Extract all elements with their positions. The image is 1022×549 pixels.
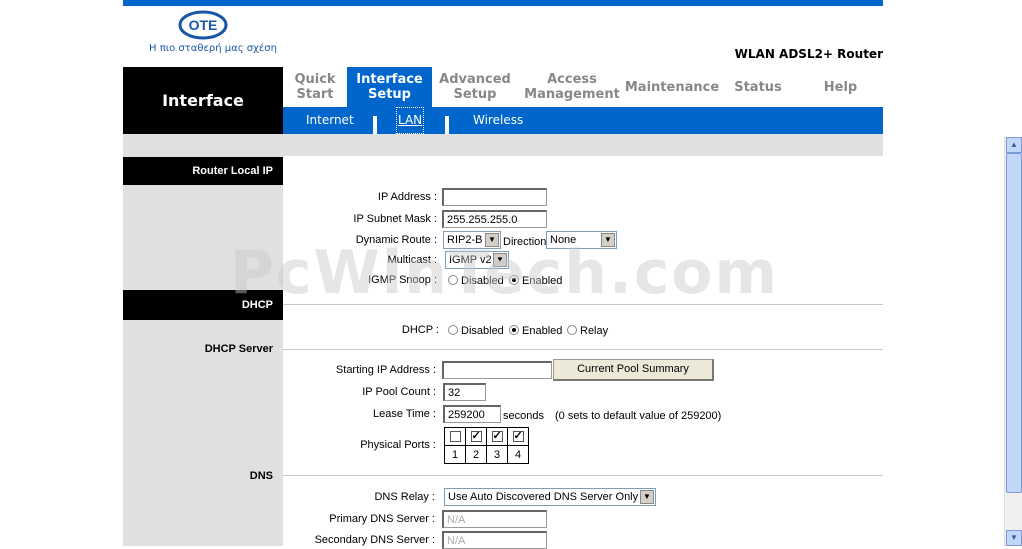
- ip-pool-count-label: IP Pool Count :: [362, 386, 436, 398]
- dns-relay-select[interactable]: Use Auto Discovered DNS Server Only ▼: [444, 488, 656, 506]
- radio-icon[interactable]: [448, 275, 458, 285]
- dhcp-heading: DHCP: [123, 290, 283, 320]
- direction-label: Direction: [503, 236, 547, 248]
- divider: [283, 349, 883, 350]
- main-tabs: Quick Start Interface Setup Advanced Setup …: [283, 67, 883, 107]
- radio-icon[interactable]: [509, 325, 519, 335]
- lease-time-label: Lease Time :: [373, 408, 436, 420]
- dns-heading: DNS: [249, 470, 273, 482]
- ip-pool-count-input[interactable]: 32: [443, 383, 486, 401]
- tab-status[interactable]: Status: [718, 67, 798, 107]
- scroll-down-icon[interactable]: ▼: [1006, 530, 1022, 546]
- dhcp-disabled-option[interactable]: Disabled: [448, 325, 504, 337]
- multicast-select[interactable]: IGMP v2 ▼: [445, 251, 509, 269]
- tab-interface-setup[interactable]: Interface Setup: [347, 67, 432, 107]
- current-pool-summary-button[interactable]: Current Pool Summary: [553, 359, 714, 381]
- secondary-dns-label: Secondary DNS Server :: [314, 534, 435, 546]
- radio-icon[interactable]: [448, 325, 458, 335]
- sub-tabs: Internet LAN Wireless: [283, 107, 883, 134]
- port-4-checkbox[interactable]: [512, 429, 524, 443]
- port-1-checkbox[interactable]: [449, 431, 461, 443]
- starting-ip-label: Starting IP Address :: [335, 364, 436, 376]
- scroll-up-icon[interactable]: ▲: [1006, 137, 1022, 153]
- vertical-scrollbar[interactable]: ▲ ▼: [1004, 137, 1022, 546]
- lease-unit: seconds: [503, 410, 544, 422]
- igmp-snoop-label: IGMP Snoop :: [368, 274, 437, 286]
- radio-icon[interactable]: [509, 275, 519, 285]
- tab-advanced-setup[interactable]: Advanced Setup: [432, 67, 518, 107]
- router-local-ip-heading: Router Local IP: [123, 157, 283, 185]
- port-number: 2: [465, 445, 487, 464]
- tab-help[interactable]: Help: [798, 67, 883, 107]
- ip-address-label: IP Address :: [377, 191, 437, 203]
- left-column: [123, 134, 283, 546]
- direction-select[interactable]: None ▼: [546, 231, 617, 249]
- watermark: PcWinTech.com: [230, 238, 780, 308]
- radio-icon[interactable]: [567, 325, 577, 335]
- subnet-mask-input[interactable]: 255.255.255.0: [442, 210, 547, 228]
- top-accent-bar: [123, 0, 883, 6]
- port-number: 4: [507, 445, 529, 464]
- starting-ip-input[interactable]: [442, 361, 552, 379]
- divider: [283, 475, 883, 476]
- primary-dns-input[interactable]: N/A: [442, 510, 547, 528]
- slogan: Η πιο σταθερή μας σχέση: [149, 43, 277, 54]
- primary-dns-label: Primary DNS Server :: [329, 513, 435, 525]
- port-number: 3: [486, 445, 508, 464]
- scroll-thumb[interactable]: [1006, 153, 1022, 493]
- subtab-internet[interactable]: Internet: [306, 107, 354, 134]
- chevron-down-icon: ▼: [485, 233, 499, 247]
- physical-ports-label: Physical Ports :: [360, 439, 436, 451]
- igmp-enabled-option[interactable]: Enabled: [509, 275, 562, 287]
- dhcp-relay-option[interactable]: Relay: [567, 325, 608, 337]
- port-cell: [486, 427, 508, 446]
- dhcp-server-heading: DHCP Server: [204, 343, 273, 355]
- multicast-label: Multicast :: [387, 254, 437, 266]
- dns-relay-label: DNS Relay :: [374, 491, 435, 503]
- igmp-disabled-option[interactable]: Disabled: [448, 275, 504, 287]
- port-cell: [444, 427, 466, 446]
- divider: [283, 304, 883, 305]
- section-title: Interface: [123, 67, 283, 134]
- port-number: 1: [444, 445, 466, 464]
- gray-strip: [283, 134, 883, 156]
- product-name: WLAN ADSL2+ Router: [734, 47, 883, 61]
- ote-logo: OTE: [178, 10, 228, 40]
- chevron-down-icon: ▼: [640, 490, 654, 504]
- port-cell: [465, 427, 487, 446]
- dhcp-label: DHCP :: [401, 324, 439, 336]
- tab-maintenance[interactable]: Maintenance: [625, 67, 719, 107]
- lease-note: (0 sets to default value of 259200): [555, 410, 722, 422]
- logo-text: OTE: [189, 17, 218, 33]
- port-3-checkbox[interactable]: [491, 429, 503, 443]
- chevron-down-icon: ▼: [493, 253, 507, 267]
- tab-access-management[interactable]: Access Management: [518, 67, 626, 107]
- subtab-separator: [445, 116, 449, 134]
- chevron-down-icon: ▼: [601, 233, 615, 247]
- dhcp-enabled-option[interactable]: Enabled: [509, 325, 562, 337]
- dynamic-route-select[interactable]: RIP2-B ▼: [443, 231, 501, 249]
- port-cell: [507, 427, 529, 446]
- lease-time-input[interactable]: 259200: [443, 405, 501, 423]
- physical-ports-table: 1 2 3 4: [444, 427, 529, 464]
- port-2-checkbox[interactable]: [470, 429, 482, 443]
- secondary-dns-input[interactable]: N/A: [442, 531, 547, 549]
- dynamic-route-label: Dynamic Route :: [355, 234, 437, 246]
- subnet-mask-label: IP Subnet Mask :: [353, 213, 437, 225]
- tab-quick-start[interactable]: Quick Start: [283, 67, 347, 107]
- subtab-lan[interactable]: LAN: [396, 107, 425, 134]
- subtab-separator: [373, 116, 377, 134]
- subtab-wireless[interactable]: Wireless: [473, 107, 523, 134]
- ip-address-input[interactable]: [442, 188, 547, 206]
